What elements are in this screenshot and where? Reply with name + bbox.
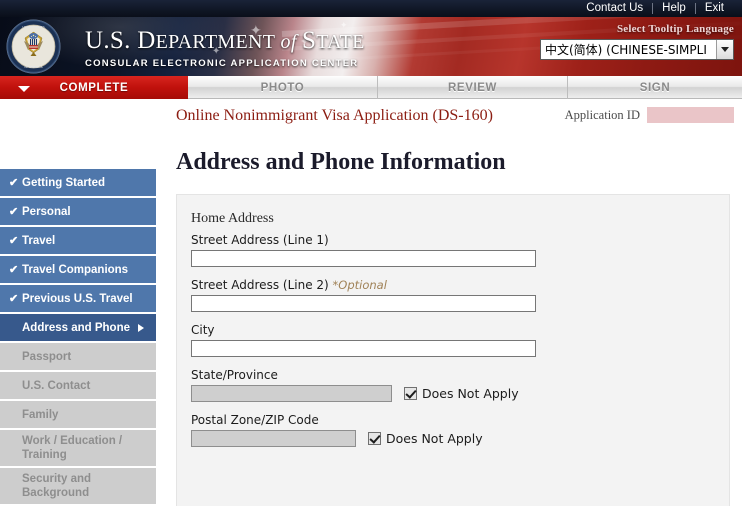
state-does-not-apply-checkbox-wrap[interactable]: Does Not Apply bbox=[404, 386, 519, 401]
sidebar-item-address-and-phone[interactable]: Address and Phone bbox=[0, 314, 156, 341]
tab-photo[interactable]: PHOTO bbox=[188, 76, 378, 99]
field-group-postal-code: Postal Zone/ZIP Code Does Not Apply bbox=[191, 413, 729, 447]
field-group-street1: Street Address (Line 1) bbox=[191, 233, 729, 267]
exit-link[interactable]: Exit bbox=[696, 0, 733, 17]
caret-down-icon bbox=[18, 85, 30, 92]
masthead-banner: ✦ ✦ ✦ ✦ UNITED STATES OF AMERICA U.S. DE… bbox=[0, 17, 742, 76]
utility-bar: Contact Us Help Exit bbox=[0, 0, 742, 17]
tab-complete[interactable]: COMPLETE bbox=[0, 76, 188, 99]
page-title: Address and Phone Information bbox=[176, 149, 506, 175]
sidebar-item-label: Work / Education / Training bbox=[22, 435, 123, 461]
tab-complete-label: COMPLETE bbox=[59, 81, 129, 94]
org-name: U.S. DEPARTMENT of STATE bbox=[85, 27, 365, 54]
tab-review[interactable]: REVIEW bbox=[378, 76, 568, 99]
svg-text:UNITED STATES: UNITED STATES bbox=[22, 25, 45, 29]
sidebar-item-work-education-training[interactable]: Work / Education / Training bbox=[0, 430, 156, 466]
tooltip-language-value: 中文(简体) (CHINESE-SIMPLI bbox=[545, 43, 707, 57]
svg-text:OF AMERICA: OF AMERICA bbox=[24, 65, 43, 69]
chevron-right-icon bbox=[138, 323, 144, 332]
sidebar-item-getting-started[interactable]: ✔ Getting Started bbox=[0, 169, 156, 196]
application-header: Online Nonimmigrant Visa Application (DS… bbox=[157, 99, 742, 132]
sidebar-item-label: Security and Background bbox=[22, 473, 92, 499]
progress-tabbar: COMPLETE PHOTO REVIEW SIGN bbox=[0, 76, 742, 99]
sidebar-item-previous-us-travel[interactable]: ✔ Previous U.S. Travel bbox=[0, 285, 156, 312]
check-icon: ✔ bbox=[9, 205, 19, 218]
check-icon: ✔ bbox=[9, 176, 19, 189]
application-id-redacted-value bbox=[647, 107, 734, 123]
sidebar-item-label: Passport bbox=[22, 350, 72, 363]
postal-zone-zip-input[interactable] bbox=[191, 430, 356, 447]
state-province-label: State/Province bbox=[191, 368, 278, 382]
language-selector-label: Select Tooltip Language bbox=[616, 23, 734, 35]
chevron-down-icon[interactable] bbox=[716, 40, 733, 59]
sidebar-item-label: Family bbox=[22, 408, 59, 421]
sidebar-item-label: Personal bbox=[22, 205, 71, 218]
application-id-label: Application ID bbox=[564, 107, 640, 122]
tooltip-language-select[interactable]: 中文(简体) (CHINESE-SIMPLI bbox=[540, 39, 734, 60]
state-province-input[interactable] bbox=[191, 385, 392, 402]
tab-photo-label: PHOTO bbox=[260, 81, 305, 94]
us-great-seal-icon: UNITED STATES OF AMERICA bbox=[6, 19, 61, 74]
postal-does-not-apply-label: Does Not Apply bbox=[386, 431, 483, 446]
optional-tag: *Optional bbox=[332, 278, 387, 292]
street-address-line1-label: Street Address (Line 1) bbox=[191, 233, 329, 247]
postal-does-not-apply-checkbox-wrap[interactable]: Does Not Apply bbox=[368, 431, 483, 446]
sidebar-item-label: Travel Companions bbox=[22, 263, 129, 276]
check-icon: ✔ bbox=[9, 263, 19, 276]
field-group-city: City bbox=[191, 323, 729, 357]
sidebar-item-travel[interactable]: ✔ Travel bbox=[0, 227, 156, 254]
postal-does-not-apply-checkbox[interactable] bbox=[368, 432, 381, 445]
postal-zone-zip-label: Postal Zone/ZIP Code bbox=[191, 413, 319, 427]
postal-zone-zip-row: Does Not Apply bbox=[191, 430, 729, 447]
state-does-not-apply-checkbox[interactable] bbox=[404, 387, 417, 400]
state-province-row: Does Not Apply bbox=[191, 385, 729, 402]
sidebar-nav: ✔ Getting Started ✔ Personal ✔ Travel ✔ … bbox=[0, 99, 157, 506]
sidebar-item-label: U.S. Contact bbox=[22, 379, 91, 392]
tab-review-label: REVIEW bbox=[448, 81, 497, 94]
city-input[interactable] bbox=[191, 340, 536, 357]
check-icon: ✔ bbox=[9, 234, 19, 247]
field-group-street2: Street Address (Line 2) *Optional bbox=[191, 278, 729, 312]
street-address-line1-input[interactable] bbox=[191, 250, 536, 267]
language-selector-block: Select Tooltip Language 中文(简体) (CHINESE-… bbox=[540, 23, 734, 60]
help-link[interactable]: Help bbox=[653, 0, 695, 17]
ceac-ds160-page: Contact Us Help Exit ✦ ✦ ✦ ✦ UNITED STAT… bbox=[0, 0, 742, 506]
sidebar-item-label: Previous U.S. Travel bbox=[22, 292, 133, 305]
tab-sign[interactable]: SIGN bbox=[568, 76, 742, 99]
city-label: City bbox=[191, 323, 215, 337]
home-address-form-panel: Home Address Street Address (Line 1) Str… bbox=[176, 194, 730, 506]
sidebar-item-us-contact[interactable]: U.S. Contact bbox=[0, 372, 156, 399]
tab-sign-label: SIGN bbox=[639, 81, 671, 94]
street-address-line2-label-text: Street Address (Line 2) bbox=[191, 278, 333, 292]
sidebar-item-security-and-background[interactable]: Security and Background bbox=[0, 468, 156, 504]
sidebar-item-travel-companions[interactable]: ✔ Travel Companions bbox=[0, 256, 156, 283]
application-title: Online Nonimmigrant Visa Application (DS… bbox=[176, 106, 493, 124]
sidebar-item-label: Address and Phone bbox=[22, 321, 130, 334]
check-icon: ✔ bbox=[9, 292, 19, 305]
application-id-block: Application ID bbox=[565, 107, 734, 123]
section-heading-home-address: Home Address bbox=[191, 211, 274, 226]
state-does-not-apply-label: Does Not Apply bbox=[422, 386, 519, 401]
field-group-state-province: State/Province Does Not Apply bbox=[191, 368, 729, 402]
main-content: Address and Phone Information Home Addre… bbox=[157, 132, 742, 506]
street-address-line2-label: Street Address (Line 2) *Optional bbox=[191, 278, 729, 292]
org-subtitle: CONSULAR ELECTRONIC APPLICATION CENTER bbox=[85, 58, 359, 69]
sidebar-item-label: Getting Started bbox=[22, 176, 106, 189]
contact-us-link[interactable]: Contact Us bbox=[577, 0, 652, 17]
street-address-line2-input[interactable] bbox=[191, 295, 536, 312]
sidebar-item-label: Travel bbox=[22, 234, 56, 247]
sidebar-item-personal[interactable]: ✔ Personal bbox=[0, 198, 156, 225]
brand-block: U.S. DEPARTMENT of STATE CONSULAR ELECTR… bbox=[85, 27, 365, 70]
sidebar-item-passport[interactable]: Passport bbox=[0, 343, 156, 370]
sidebar-item-family[interactable]: Family bbox=[0, 401, 156, 428]
